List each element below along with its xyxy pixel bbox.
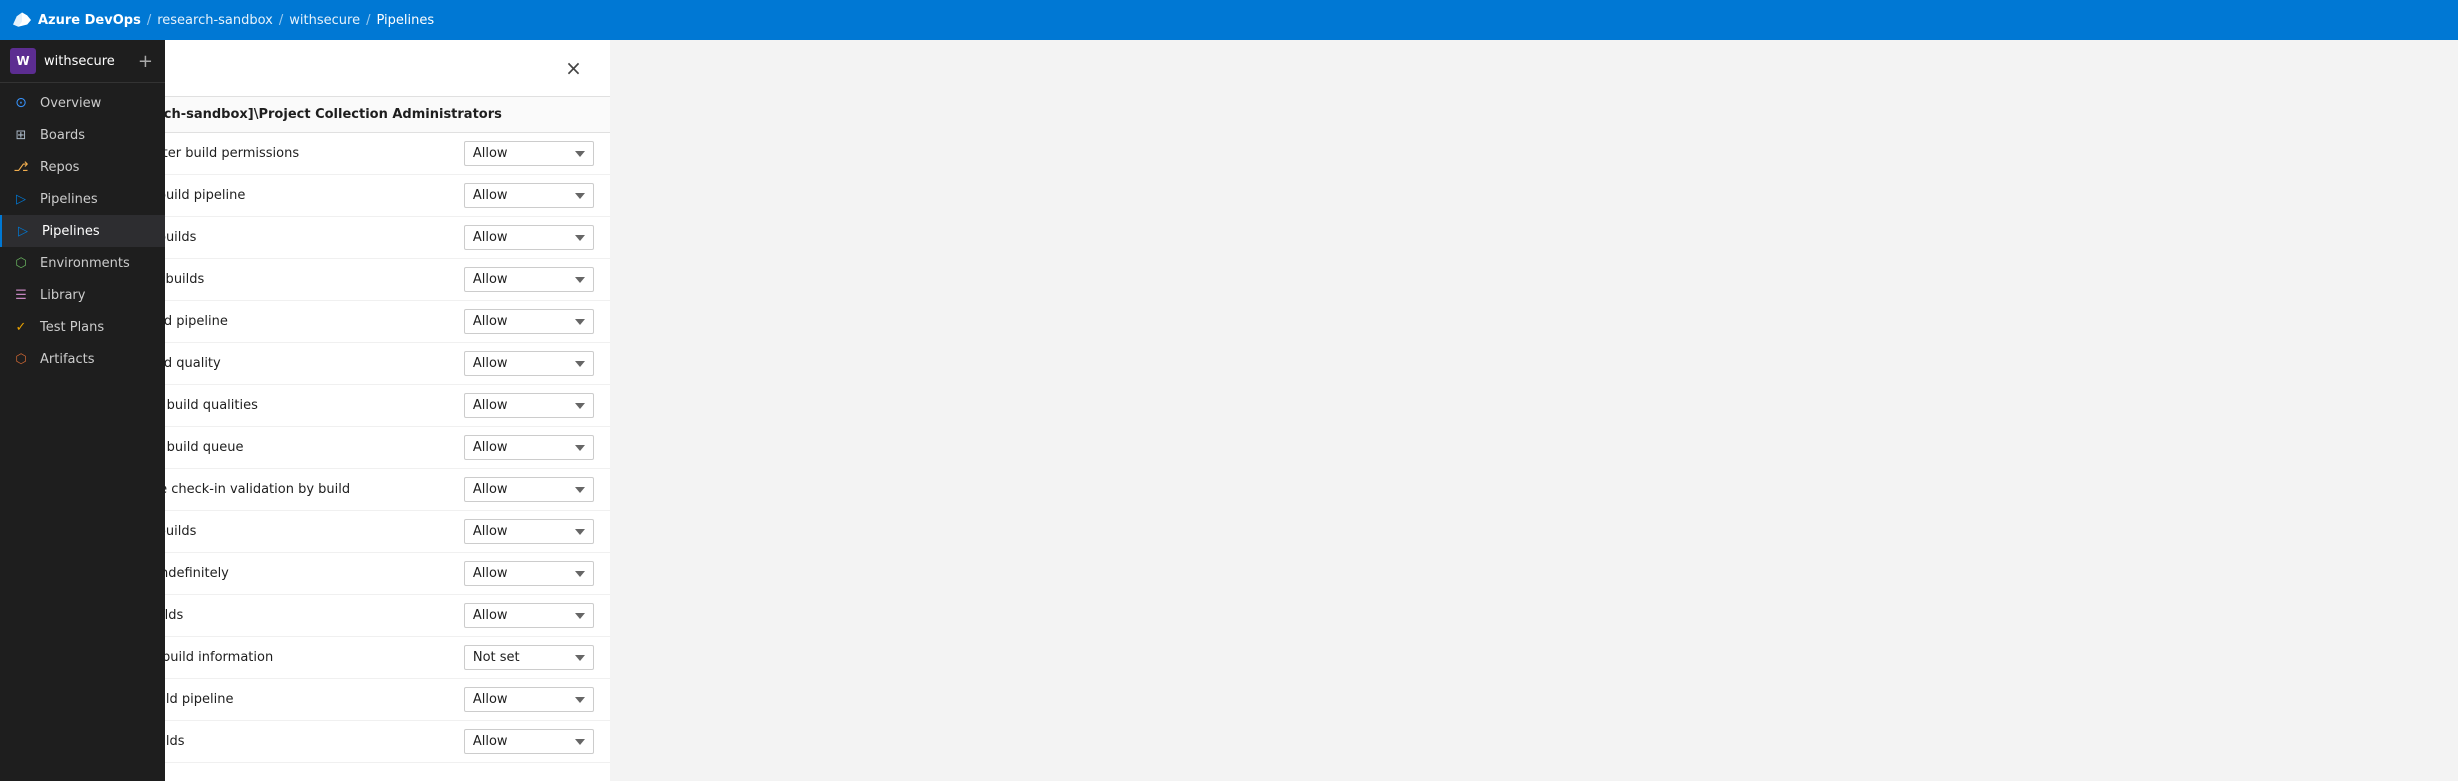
panel-close-button[interactable]: × [557,54,590,82]
sidebar: W withsecure + ⊙ Overview ⊞ Boards ⎇ Rep… [0,40,165,781]
permission-select[interactable]: Not setAllowDeny [464,267,594,292]
permission-select[interactable]: Not setAllowDeny [464,141,594,166]
permissions-panel: Permissions for withsecure × 🔍 [165,40,610,781]
permission-row-4: Edit build pipeline Not setAllowDeny [165,301,610,343]
sidebar-item-pipelines2[interactable]: ▷ Pipelines [0,215,165,247]
permission-select[interactable]: Not setAllowDeny [464,519,594,544]
topbar-brand: Azure DevOps [38,13,141,28]
permission-label: Manage build queue [165,440,464,455]
add-project-button[interactable]: + [136,51,155,72]
permission-label: Stop builds [165,608,464,623]
permission-label: View builds [165,734,464,749]
sidebar-item-label: Environments [40,256,130,271]
permission-label: Administer build permissions [165,146,464,161]
permission-label: Delete builds [165,230,464,245]
permission-row-12: Update build information Not setAllowDen… [165,637,610,679]
library-icon: ☰ [12,286,30,304]
topbar-crumb-page[interactable]: Pipelines [376,13,434,28]
overview-icon: ⊙ [12,94,30,112]
permission-select[interactable]: Not setAllowDeny [464,729,594,754]
permission-row-9: Queue builds Not setAllowDeny [165,511,610,553]
sidebar-item-label: Library [40,288,85,303]
sidebar-item-library[interactable]: ☰ Library [0,279,165,311]
sidebar-item-testplans[interactable]: ✓ Test Plans [0,311,165,343]
azure-devops-logo [12,10,32,30]
permission-label: Override check-in validation by build [165,482,464,497]
main-area: Pipelines Recent All Runs Recently run p… [165,40,610,781]
environments-icon: ⬡ [12,254,30,272]
sidebar-item-boards[interactable]: ⊞ Boards [0,119,165,151]
permission-label: Delete build pipeline [165,188,464,203]
permission-row-0: Administer build permissions Not setAllo… [165,133,610,175]
permission-label: View build pipeline [165,692,464,707]
sidebar-item-pipelines1[interactable]: ▷ Pipelines [0,183,165,215]
permission-select[interactable]: Not setAllowDeny [464,393,594,418]
permission-select[interactable]: Not setAllowDeny [464,351,594,376]
permission-label: Destroy builds [165,272,464,287]
permission-row-6: Manage build qualities Not setAllowDeny [165,385,610,427]
sidebar-item-label: Test Plans [40,320,104,335]
permission-select[interactable]: Not setAllowDeny [464,183,594,208]
topbar-sep1: / [147,13,151,28]
org-name: withsecure [44,54,115,69]
permission-label: Edit build quality [165,356,464,371]
permission-select[interactable]: Not setAllowDeny [464,225,594,250]
testplans-icon: ✓ [12,318,30,336]
permission-label: Manage build qualities [165,398,464,413]
sidebar-item-label: Overview [40,96,101,111]
permission-label: Update build information [165,650,464,665]
pipelines2-icon: ▷ [14,222,32,240]
permission-row-13: View build pipeline Not setAllowDeny [165,679,610,721]
permission-row-5: Edit build quality Not setAllowDeny [165,343,610,385]
sidebar-item-label: Pipelines [42,224,100,239]
permissions-pane: [research-sandbox]\Project Collection Ad… [165,97,610,781]
permission-row-3: Destroy builds Not setAllowDeny [165,259,610,301]
sidebar-item-repos[interactable]: ⎇ Repos [0,151,165,183]
permission-select[interactable]: Not setAllowDeny [464,687,594,712]
permission-row-10: Retain indefinitely Not setAllowDeny [165,553,610,595]
sidebar-item-label: Pipelines [40,192,98,207]
sidebar-item-label: Artifacts [40,352,95,367]
topbar-crumb-project[interactable]: withsecure [289,13,360,28]
permission-row-11: Stop builds Not setAllowDeny [165,595,610,637]
permission-select[interactable]: Not setAllowDeny [464,561,594,586]
permission-label: Edit build pipeline [165,314,464,329]
selected-group-title: [research-sandbox]\Project Collection Ad… [165,97,610,133]
repos-icon: ⎇ [12,158,30,176]
artifacts-icon: ⬡ [12,350,30,368]
permission-select[interactable]: Not setAllowDeny [464,435,594,460]
org-avatar: W [10,48,36,74]
permission-select[interactable]: Not setAllowDeny [464,477,594,502]
sidebar-header: W withsecure + [0,40,165,83]
permission-row-7: Manage build queue Not setAllowDeny [165,427,610,469]
sidebar-item-artifacts[interactable]: ⬡ Artifacts [0,343,165,375]
sidebar-item-overview[interactable]: ⊙ Overview [0,87,165,119]
sidebar-nav: ⊙ Overview ⊞ Boards ⎇ Repos ▷ Pipelines … [0,83,165,781]
pipelines1-icon: ▷ [12,190,30,208]
panel-body: 🔍 ▾ Azure DevOps Groups PA P [165,97,610,781]
panel-header: Permissions for withsecure × [165,40,610,97]
sidebar-item-label: Repos [40,160,79,175]
topbar-sep2: / [279,13,283,28]
sidebar-item-environments[interactable]: ⬡ Environments [0,247,165,279]
permission-label: Queue builds [165,524,464,539]
permission-select[interactable]: Not setAllowDeny [464,645,594,670]
permission-select[interactable]: Not setAllowDeny [464,309,594,334]
permission-row-1: Delete build pipeline Not setAllowDeny [165,175,610,217]
permission-label: Retain indefinitely [165,566,464,581]
topbar-crumb-org[interactable]: research-sandbox [157,13,273,28]
permission-select[interactable]: Not setAllowDeny [464,603,594,628]
permission-row-8: Override check-in validation by build No… [165,469,610,511]
boards-icon: ⊞ [12,126,30,144]
permission-row-2: Delete builds Not setAllowDeny [165,217,610,259]
permission-row-14: View builds Not setAllowDeny [165,721,610,763]
topbar-sep3: / [366,13,370,28]
sidebar-item-label: Boards [40,128,85,143]
